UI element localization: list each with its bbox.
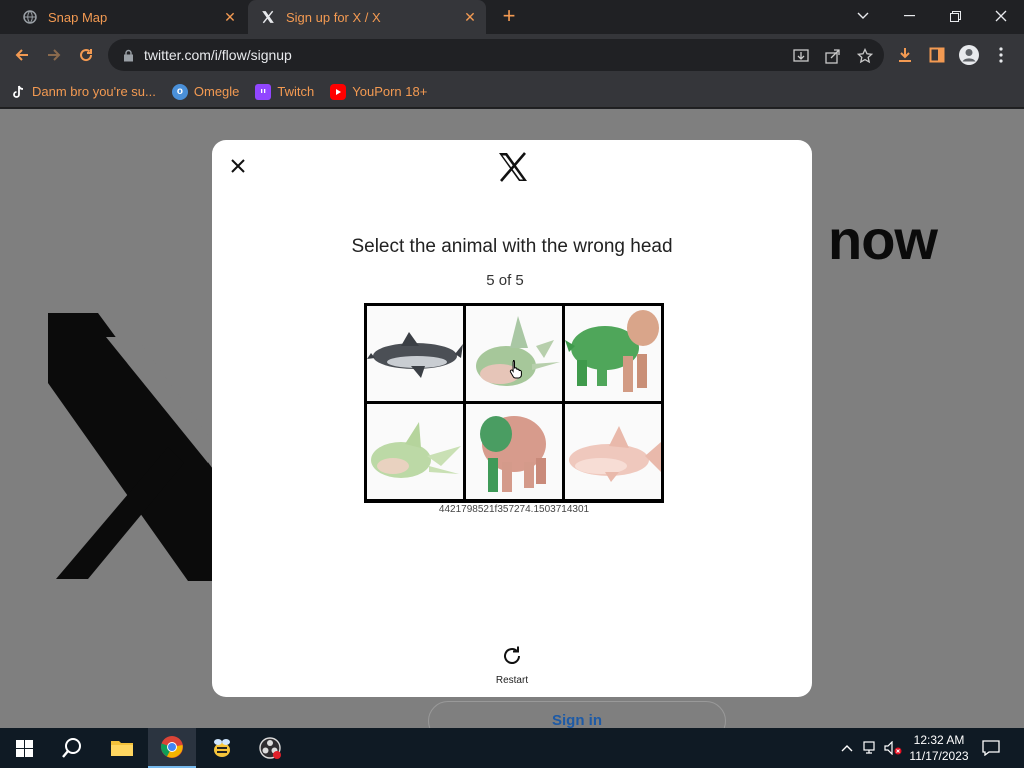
share-icon[interactable]	[824, 47, 842, 65]
notification-icon	[982, 740, 1000, 756]
back-button[interactable]	[10, 43, 34, 67]
obs-button[interactable]	[246, 728, 294, 768]
side-panel-icon[interactable]	[926, 44, 948, 66]
twitch-icon	[255, 83, 272, 100]
folder-icon	[111, 741, 133, 756]
new-tab-button[interactable]: +	[498, 5, 520, 28]
restart-label: Restart	[495, 675, 529, 686]
background-x-logo	[48, 313, 238, 581]
x-logo-icon	[499, 152, 527, 182]
menu-kebab-icon[interactable]	[990, 44, 1012, 66]
background-headline: now	[828, 208, 938, 271]
windows-logo-icon	[15, 739, 33, 757]
tab-label: Snap Map	[48, 9, 108, 25]
file-explorer-button[interactable]	[98, 728, 146, 768]
bookmark-label: YouPorn 18+	[352, 84, 428, 99]
reload-button[interactable]	[74, 43, 98, 67]
globe-icon	[22, 9, 38, 25]
shark-image	[476, 316, 560, 386]
clock-time: 12:32 AM	[913, 733, 965, 747]
captcha-tile-3[interactable]	[565, 306, 661, 401]
network-icon[interactable]	[862, 740, 880, 756]
shark-image	[569, 426, 661, 482]
tab-sign-up-x[interactable]: Sign up for X / X ✕	[248, 0, 486, 34]
close-icon	[231, 159, 245, 173]
background-signin-button[interactable]: Sign in	[428, 701, 726, 728]
captcha-modal: Select the animal with the wrong head 5 …	[212, 140, 812, 697]
bookmark-omegle[interactable]: o Omegle	[171, 83, 240, 100]
captcha-tile-2[interactable]	[466, 306, 562, 401]
restart-button[interactable]: Restart	[488, 644, 536, 686]
chrome-icon	[161, 736, 183, 758]
notifications-button[interactable]	[982, 740, 1000, 756]
shark-image	[367, 332, 463, 378]
dog-image	[480, 416, 546, 492]
challenge-title: Select the animal with the wrong head	[351, 236, 673, 257]
tiktok-icon	[10, 84, 26, 100]
download-icon[interactable]	[894, 44, 916, 66]
tab-search-icon[interactable]	[840, 0, 886, 32]
bee-app-button[interactable]	[198, 728, 246, 768]
search-icon	[62, 738, 81, 758]
chrome-taskbar-button[interactable]	[148, 728, 196, 768]
close-tab-icon[interactable]: ✕	[220, 7, 240, 27]
chevron-up-icon	[841, 745, 853, 752]
minimize-button[interactable]	[886, 0, 932, 32]
lock-icon[interactable]	[120, 47, 136, 63]
restore-button[interactable]	[932, 0, 978, 32]
system-clock[interactable]: 12:32 AM 11/17/2023	[904, 732, 974, 764]
bookmark-tiktok[interactable]: Danm bro you're su...	[10, 84, 156, 100]
address-bar[interactable]: twitter.com/i/flow/signup	[108, 39, 884, 71]
omegle-icon: o	[171, 83, 188, 100]
show-hidden-icons-button[interactable]	[838, 740, 856, 756]
windows-taskbar: 12:32 AM 11/17/2023	[0, 728, 1024, 768]
bookmark-star-icon[interactable]	[856, 47, 874, 65]
install-app-icon[interactable]	[792, 47, 810, 65]
close-tab-icon[interactable]: ✕	[460, 7, 480, 27]
challenge-session-id: 4421798521f357274.1503714301	[438, 504, 590, 515]
captcha-tile-4[interactable]	[367, 404, 463, 499]
start-button[interactable]	[0, 728, 48, 768]
restart-icon	[504, 646, 520, 664]
bookmarks-bar: Danm bro you're su... o Omegle Twitch Yo…	[0, 76, 1024, 108]
captcha-tile-5[interactable]	[466, 404, 562, 499]
tab-label: Sign up for X / X	[286, 9, 381, 25]
search-button[interactable]	[48, 728, 96, 768]
close-window-button[interactable]	[978, 0, 1024, 32]
dog-image	[565, 310, 659, 392]
bookmark-label: Omegle	[193, 84, 240, 99]
volume-muted-icon[interactable]	[884, 740, 902, 756]
hand-cursor-icon	[509, 360, 522, 379]
clock-date: 11/17/2023	[909, 749, 969, 763]
x-logo-icon	[260, 9, 276, 25]
bookmark-youporn[interactable]: YouPorn 18+	[330, 83, 428, 100]
forward-button[interactable]	[42, 43, 66, 67]
youtube-style-icon	[330, 83, 347, 100]
challenge-progress: 5 of 5	[486, 272, 524, 289]
obs-icon	[259, 737, 281, 759]
bookmark-label: Twitch	[277, 84, 315, 99]
captcha-tile-1[interactable]	[367, 306, 463, 401]
bee-icon	[214, 739, 230, 757]
browser-toolbar: twitter.com/i/flow/signup	[0, 34, 1024, 76]
profile-avatar[interactable]	[958, 44, 980, 66]
bookmark-twitch[interactable]: Twitch	[255, 83, 315, 100]
tab-strip: Snap Map ✕ Sign up for X / X ✕ +	[0, 0, 1024, 34]
close-modal-button[interactable]	[228, 156, 248, 176]
tab-snap-map[interactable]: Snap Map ✕	[8, 0, 246, 34]
url-text: twitter.com/i/flow/signup	[144, 47, 292, 63]
captcha-image-grid	[364, 303, 664, 503]
shark-image	[371, 422, 461, 478]
bookmark-label: Danm bro you're su...	[32, 84, 156, 99]
captcha-tile-6[interactable]	[565, 404, 661, 499]
